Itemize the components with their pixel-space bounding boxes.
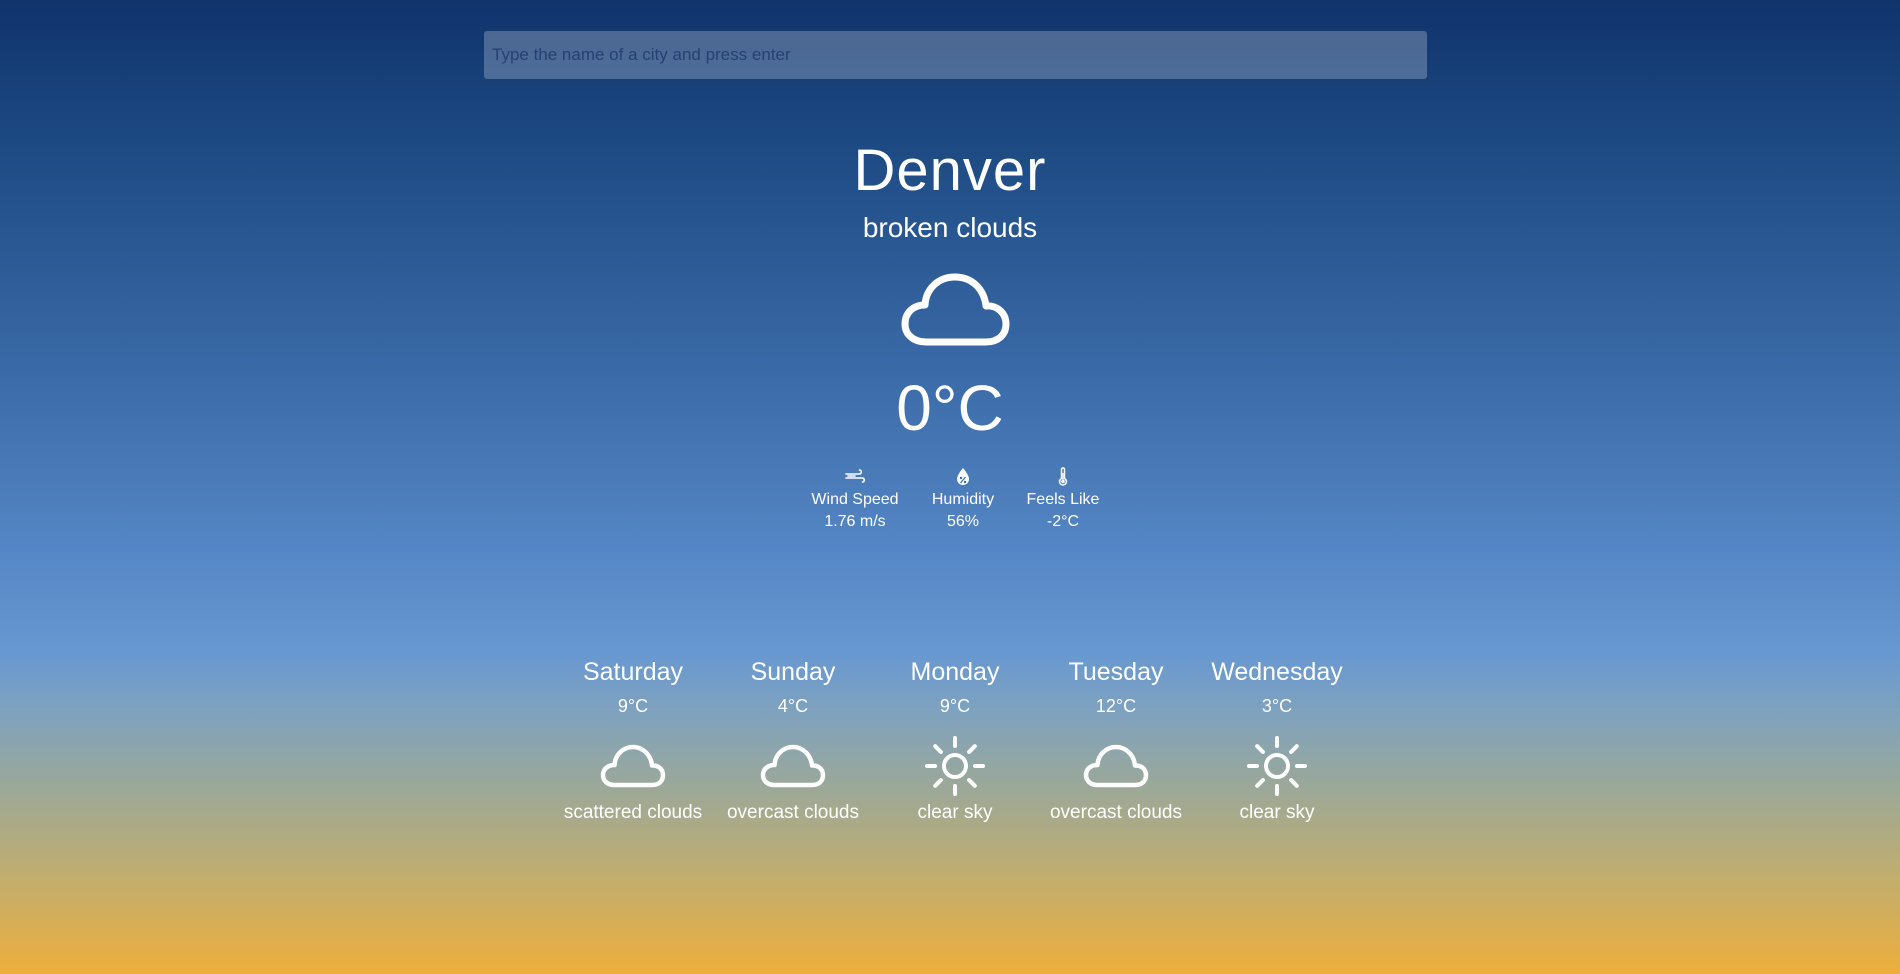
cloud-icon — [600, 744, 666, 788]
city-search-input[interactable] — [484, 31, 1427, 79]
forecast-day-desc: clear sky — [1239, 802, 1315, 823]
wind-speed-label: Wind Speed — [811, 491, 899, 508]
sun-icon — [925, 736, 985, 796]
cloud-icon — [1083, 744, 1149, 788]
forecast-day-sunday: Sunday 4°C overcast clouds — [718, 655, 868, 827]
feels-like-label: Feels Like — [1026, 491, 1100, 508]
feels-like-value: -2°C — [1046, 513, 1080, 530]
forecast-day-temp: 9°C — [939, 696, 971, 716]
forecast-list: Saturday 9°C scattered clouds Sunday 4°C… — [0, 655, 1900, 875]
forecast-day-name: Saturday — [582, 658, 684, 686]
forecast-day-tuesday: Tuesday 12°C overcast clouds — [1041, 655, 1191, 827]
weather-description: broken clouds — [862, 212, 1038, 243]
thermometer-icon — [1058, 467, 1068, 486]
cloud-icon — [901, 273, 1010, 346]
forecast-day-temp: 12°C — [1095, 696, 1137, 716]
forecast-day-name: Tuesday — [1068, 658, 1164, 686]
forecast-day-desc: scattered clouds — [563, 802, 703, 823]
forecast-day-name: Monday — [910, 658, 1000, 686]
detail-feels-like: Feels Like -2°C — [1003, 466, 1123, 534]
forecast-day-name: Sunday — [750, 658, 836, 686]
forecast-day-temp: 4°C — [777, 696, 809, 716]
forecast-day-saturday: Saturday 9°C scattered clouds — [558, 655, 708, 827]
sun-icon — [1247, 736, 1307, 796]
forecast-day-temp: 9°C — [617, 696, 649, 716]
detail-wind-speed: Wind Speed 1.76 m/s — [795, 466, 915, 534]
forecast-day-wednesday: Wednesday 3°C clear sky — [1202, 655, 1352, 827]
wind-speed-value: 1.76 m/s — [824, 513, 886, 530]
wind-icon — [845, 469, 866, 483]
current-temperature: 0°C — [896, 372, 1004, 444]
humidity-icon — [957, 468, 969, 485]
forecast-day-name: Wednesday — [1211, 658, 1343, 686]
forecast-day-desc: clear sky — [917, 802, 993, 823]
cloud-icon — [760, 744, 826, 788]
forecast-day-monday: Monday 9°C clear sky — [880, 655, 1030, 827]
forecast-day-desc: overcast clouds — [726, 802, 859, 823]
forecast-day-desc: overcast clouds — [1049, 802, 1182, 823]
forecast-day-temp: 3°C — [1261, 696, 1293, 716]
city-name: Denver — [853, 138, 1047, 203]
